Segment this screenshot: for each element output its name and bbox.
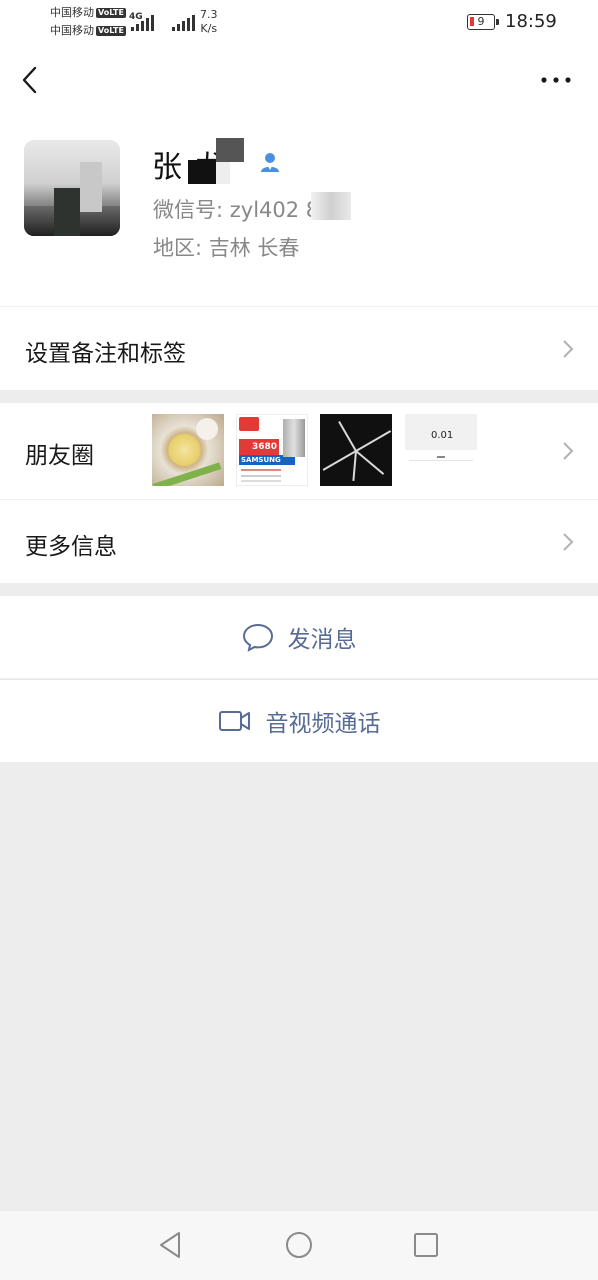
status-bar: 中国移动 VoLTE 中国移动 VoLTE 4G 7.3 K/s 9 18:59 (0, 0, 598, 48)
user-badge-icon (258, 150, 282, 174)
square-recents-icon (414, 1233, 438, 1257)
nav-home-button[interactable] (283, 1229, 315, 1261)
video-camera-icon (218, 711, 250, 731)
more-info-label: 更多信息 (25, 534, 117, 560)
moments-thumbnail-food (152, 414, 224, 486)
send-message-label: 发消息 (287, 627, 357, 653)
moments-thumbnail-payment: 0.01 (405, 414, 477, 486)
chevron-left-icon (22, 66, 37, 94)
system-nav-bar (0, 1211, 598, 1280)
avatar[interactable] (24, 140, 120, 236)
battery-icon: 9 (467, 14, 499, 30)
moments-row[interactable]: 朋友圈 3680 SAMSUNG 0.01 (0, 403, 598, 499)
wechat-id-redaction (311, 192, 351, 220)
more-info-row[interactable]: 更多信息 (0, 499, 598, 583)
name-redaction (188, 138, 244, 186)
triangle-back-icon (160, 1232, 180, 1258)
top-nav (0, 48, 598, 110)
more-button[interactable] (534, 66, 578, 94)
carrier-2: 中国移动 VoLTE (50, 25, 126, 37)
av-call-button[interactable]: 音视频通话 (0, 679, 598, 762)
signal-icon-2 (172, 13, 195, 31)
avatar-mosaic (80, 162, 102, 212)
ad-price: 3680 (239, 439, 279, 455)
back-button[interactable] (14, 62, 50, 98)
payment-amount: 0.01 (431, 430, 454, 441)
remark-tags-label: 设置备注和标签 (25, 341, 186, 367)
send-message-button[interactable]: 发消息 (0, 596, 598, 678)
moments-thumbnail-crack (320, 414, 392, 486)
chevron-right-icon (563, 533, 574, 551)
nav-back-button[interactable] (155, 1229, 187, 1261)
chevron-right-icon (563, 340, 574, 358)
region: 地区: 吉林 长春 (153, 236, 300, 260)
speed-value: 7.3 (200, 8, 218, 21)
profile-card: 张 龙 微信号: zyl402 894 地区: 吉林 长春 (0, 110, 598, 306)
speed-unit: K/s (200, 22, 218, 35)
chevron-right-icon (563, 442, 574, 460)
moments-thumbnail-ad: 3680 SAMSUNG (236, 414, 308, 486)
carrier-1: 中国移动 VoLTE (50, 7, 126, 19)
moments-label: 朋友圈 (25, 443, 94, 469)
chat-bubble-icon (242, 623, 273, 652)
av-call-label: 音视频通话 (265, 711, 381, 737)
carrier-1-label: 中国移动 (50, 6, 94, 19)
circle-home-icon (286, 1232, 312, 1258)
avatar-mosaic-dark (54, 188, 80, 236)
nav-recents-button[interactable] (410, 1229, 442, 1261)
volte-badge: VoLTE (96, 8, 126, 18)
network-speed: 7.3 K/s (200, 8, 218, 36)
volte-badge-2: VoLTE (96, 26, 126, 36)
signal-icon (131, 13, 154, 31)
status-time: 18:59 (505, 11, 557, 32)
remark-tags-row[interactable]: 设置备注和标签 (0, 306, 598, 390)
carrier-2-label: 中国移动 (50, 24, 94, 37)
more-dots-icon (541, 77, 571, 83)
